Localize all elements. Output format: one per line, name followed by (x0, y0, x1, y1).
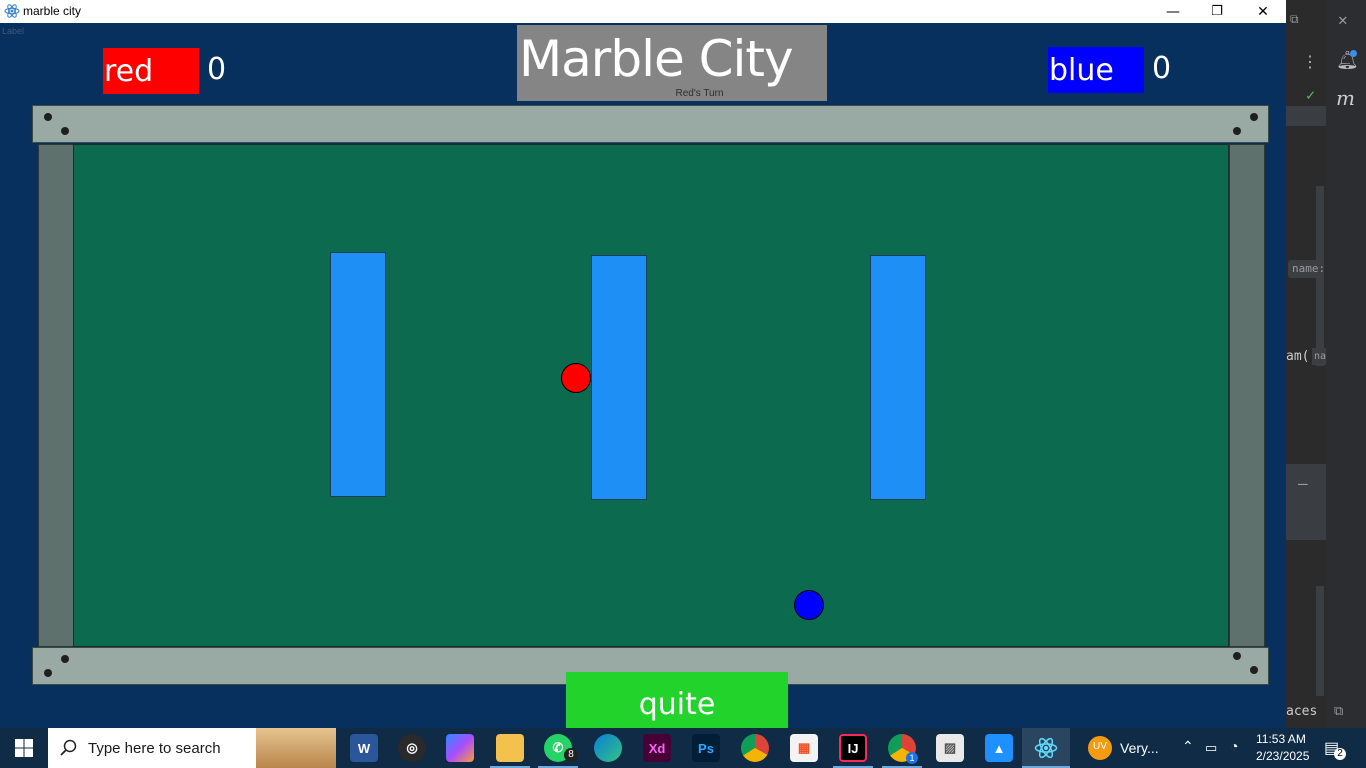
photoshop-icon[interactable]: Ps (692, 734, 720, 762)
word-icon[interactable]: W (350, 734, 378, 762)
top-rail (32, 105, 1269, 143)
file-explorer-icon[interactable] (496, 734, 524, 762)
microsoft-store-icon[interactable]: ▦ (790, 734, 818, 762)
blue-score: 0 (1152, 51, 1172, 86)
bolt (1233, 127, 1241, 135)
search-placeholder: Type here to search (88, 740, 221, 757)
ide-restore-icon[interactable]: ⧉ (1290, 12, 1299, 27)
whatsapp-badge: 8 (564, 748, 578, 762)
quit-button[interactable]: quite (566, 672, 788, 728)
chrome-icon[interactable] (741, 734, 769, 762)
user-initials: UV (1093, 741, 1107, 752)
bolt (1250, 113, 1258, 121)
search-icon (60, 739, 77, 756)
user-avatar[interactable]: UV (1088, 736, 1112, 760)
notification-count: 2 (1334, 748, 1346, 760)
maximize-button[interactable]: ❐ (1194, 0, 1240, 23)
bolt (1250, 666, 1258, 674)
red-player-label: red (103, 48, 199, 94)
left-rail (38, 144, 74, 647)
wifi-icon[interactable]: ◔ (1230, 738, 1238, 754)
adobe-xd-icon[interactable]: Xd (643, 734, 671, 762)
ide-popout-icon[interactable]: ⧉ (1334, 704, 1343, 719)
search-highlight-art[interactable] (256, 728, 336, 768)
taskbar: Type here to search W ◎ ✆ 8 Xd Ps ▦ IJ 1… (0, 728, 1366, 768)
ide-snippet-aces: aces (1286, 704, 1318, 719)
react-app-taskbar-button[interactable] (1022, 728, 1070, 768)
bolt (1233, 652, 1241, 660)
red-marble[interactable] (561, 363, 591, 393)
user-app-label[interactable]: Very... (1120, 740, 1159, 756)
game-title-panel: Marble City Red's Turn (517, 25, 827, 101)
ide-snippet-name: name: (1292, 262, 1326, 275)
notification-dot (1350, 50, 1357, 57)
chrome-profile-badge: 1 (906, 752, 918, 764)
obstacle-wall-right (870, 255, 926, 500)
copilot-icon[interactable] (446, 734, 474, 762)
bolt (61, 127, 69, 135)
game-title: Marble City (519, 30, 794, 88)
ide-snippet-na: na (1314, 351, 1327, 362)
ide-minimize-icon[interactable]: — (1298, 474, 1308, 493)
intellij-icon[interactable]: IJ (839, 734, 867, 762)
react-app-icon (4, 4, 20, 18)
check-icon: ✓ (1306, 86, 1316, 104)
obstacle-wall-center (591, 255, 647, 500)
paint-icon[interactable]: ▲ (985, 734, 1013, 762)
window-title: marble city (23, 4, 82, 18)
placeholder-label: Label (2, 26, 25, 36)
right-rail (1229, 144, 1265, 647)
photos-icon[interactable]: ▨ (936, 734, 964, 762)
windows-logo-icon (15, 739, 33, 757)
edge-icon[interactable] (594, 734, 622, 762)
background-ide-window: ⧉ ✕ ⋮ 🔔︎ ✓ m name: am( na — aces ⧉ (1286, 0, 1366, 728)
bolt (44, 669, 52, 677)
ide-snippet-am: am( (1286, 349, 1310, 364)
blue-player-label: blue (1048, 47, 1144, 93)
bolt (61, 655, 69, 663)
start-button[interactable] (0, 728, 48, 768)
close-button[interactable]: ✕ (1240, 0, 1286, 23)
react-icon (1034, 737, 1058, 759)
clock-date[interactable]: 2/23/2025 (1256, 749, 1309, 763)
obstacle-wall-left (330, 252, 386, 497)
game-board[interactable] (73, 144, 1229, 647)
bolt (44, 113, 52, 121)
title-bar[interactable]: marble city — ❐ ✕ (0, 0, 1286, 23)
ai-assistant-icon[interactable]: m (1336, 86, 1355, 110)
turn-indicator: Red's Turn (675, 88, 724, 99)
minimize-button[interactable]: — (1150, 0, 1196, 23)
chevron-up-icon[interactable]: ⌃ (1182, 738, 1194, 755)
ide-scrollbar-2[interactable] (1316, 586, 1324, 696)
ide-highlight-row (1286, 106, 1326, 126)
marble-city-window: marble city — ❐ ✕ Label red 0 blue 0 Mar… (0, 0, 1286, 728)
blue-marble[interactable] (794, 590, 824, 620)
ide-close-icon[interactable]: ✕ (1338, 10, 1348, 29)
clock-time[interactable]: 11:53 AM (1256, 732, 1306, 746)
ide-more-icon[interactable]: ⋮ (1302, 52, 1318, 71)
obs-icon[interactable]: ◎ (398, 734, 426, 762)
red-score: 0 (207, 52, 227, 87)
battery-icon[interactable]: ▭ (1205, 740, 1217, 756)
